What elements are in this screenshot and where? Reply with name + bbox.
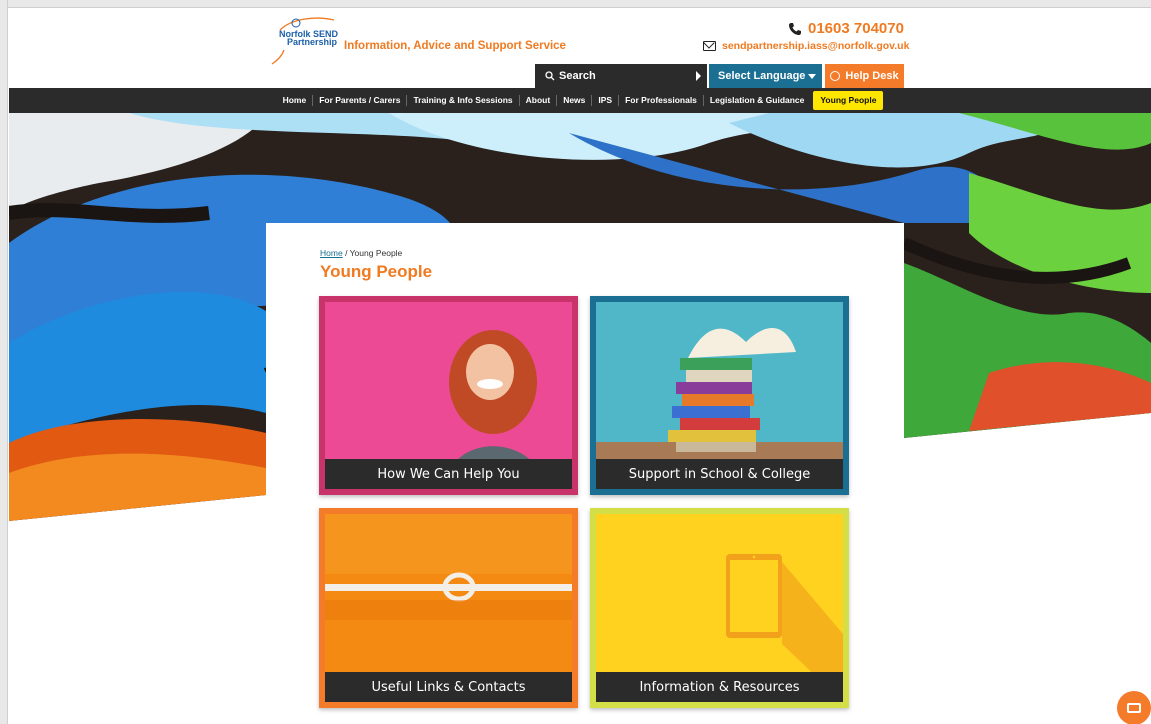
- tile-useful-links[interactable]: Useful Links & Contacts: [319, 508, 578, 708]
- nav-item-legislation[interactable]: Legislation & Guidance: [704, 95, 810, 106]
- contact-chat-button[interactable]: [1117, 691, 1151, 724]
- help-desk-label: Help Desk: [845, 70, 899, 82]
- tile-caption: Information & Resources: [596, 672, 843, 702]
- breadcrumb-separator: /: [345, 248, 348, 258]
- breadcrumb-current: Young People: [349, 248, 403, 258]
- tile-caption: Support in School & College: [596, 459, 843, 489]
- smiley-icon: [830, 71, 841, 81]
- tile-how-we-can-help[interactable]: How We Can Help You: [319, 296, 578, 495]
- help-desk-button[interactable]: Help Desk: [825, 64, 904, 88]
- nav-item-news[interactable]: News: [557, 95, 593, 106]
- language-select[interactable]: Select Language: [709, 64, 822, 88]
- envelope-icon: [1127, 703, 1141, 713]
- breadcrumb: Home / Young People: [320, 248, 402, 258]
- window-left-edge: [0, 0, 8, 724]
- phone-text: 01603 704070: [808, 20, 904, 37]
- phone-number[interactable]: 01603 704070: [788, 20, 904, 37]
- chevron-right-icon: [696, 71, 701, 81]
- content-card: Home / Young People Young People How We …: [266, 223, 904, 724]
- window-top-edge: [0, 0, 1151, 8]
- mail-icon: [703, 41, 716, 51]
- nav-item-training[interactable]: Training & Info Sessions: [407, 95, 520, 106]
- nav-item-ips[interactable]: IPS: [592, 95, 620, 106]
- nav-item-professionals[interactable]: For Professionals: [619, 95, 704, 106]
- language-label: Select Language: [718, 70, 806, 82]
- tile-caption: How We Can Help You: [325, 459, 572, 489]
- email-link[interactable]: sendpartnership.iass@norfolk.gov.uk: [703, 40, 909, 52]
- search-icon: [545, 71, 555, 81]
- nav-item-about[interactable]: About: [520, 95, 558, 106]
- tile-support-school-college[interactable]: Support in School & College: [590, 296, 849, 495]
- logo-line-2: Partnership: [287, 37, 338, 47]
- main-navigation: Home For Parents / Carers Training & Inf…: [9, 88, 1151, 113]
- nav-item-home[interactable]: Home: [277, 95, 314, 106]
- email-text: sendpartnership.iass@norfolk.gov.uk: [722, 40, 910, 52]
- search-label: Search: [559, 70, 596, 82]
- chevron-down-icon: [808, 74, 816, 79]
- phone-icon: [789, 22, 801, 35]
- nav-item-parents-carers[interactable]: For Parents / Carers: [313, 95, 408, 106]
- tile-caption: Useful Links & Contacts: [325, 672, 572, 702]
- search-toggle[interactable]: Search: [535, 64, 707, 88]
- nav-item-young-people[interactable]: Young People: [813, 91, 884, 110]
- site-tagline: Information, Advice and Support Service: [344, 40, 566, 52]
- tile-information-resources[interactable]: Information & Resources: [590, 508, 849, 708]
- page-title: Young People: [320, 262, 433, 281]
- breadcrumb-home-link[interactable]: Home: [320, 248, 343, 258]
- logo-text[interactable]: Norfolk SEND Partnership: [279, 30, 338, 47]
